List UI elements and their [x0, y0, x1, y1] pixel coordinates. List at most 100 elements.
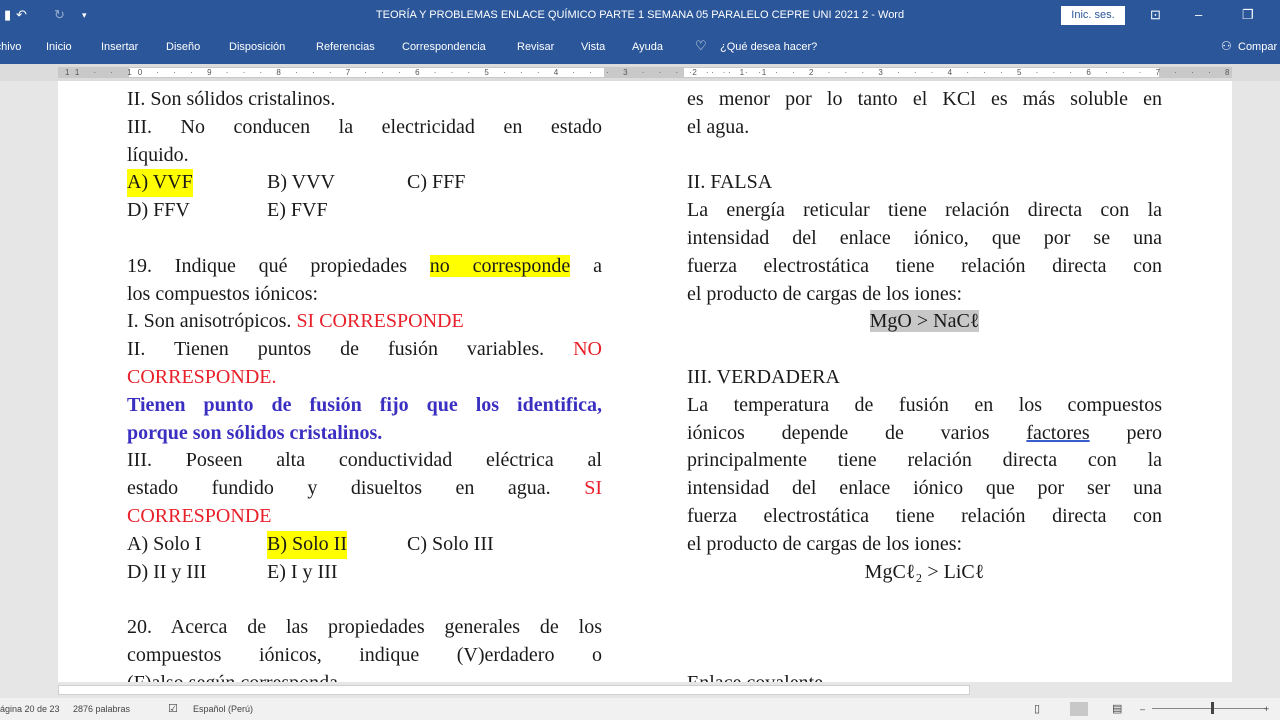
horizontal-scrollbar[interactable]	[0, 682, 1280, 698]
text-line: A) VVF B) VVV C) FFF	[127, 169, 602, 198]
text-line: líquido.	[127, 142, 602, 170]
document-page: II. Son sólidos cristalinos. III. No cond…	[58, 81, 1232, 682]
zoom-in-button[interactable]: +	[1264, 704, 1269, 714]
text-line: La temperatura de fusión en los compuest…	[687, 392, 1162, 420]
text-line: II. Son sólidos cristalinos.	[127, 86, 602, 114]
title-bar: ▮ ↶ ↻ ▾ TEORÍA Y PROBLEMAS ENLACE QUÍMIC…	[0, 0, 1280, 32]
answer-option: E) I y III	[267, 560, 338, 583]
sign-in-button[interactable]: Inic. ses.	[1061, 6, 1125, 25]
share-button[interactable]: Compar	[1238, 41, 1277, 53]
ribbon-display-options-icon[interactable]: ⊡	[1150, 7, 1161, 23]
answer-option: C) FFF	[407, 171, 466, 194]
zoom-slider[interactable]	[1152, 708, 1267, 709]
answer-option: A) Solo I	[127, 532, 202, 555]
tab-archivo[interactable]: rchivo	[0, 41, 21, 53]
document-view[interactable]: II. Son sólidos cristalinos. III. No cond…	[0, 81, 1280, 682]
web-layout-icon[interactable]: ▤	[1112, 702, 1122, 715]
text-line: principalmente tiene relación directa co…	[687, 447, 1162, 475]
text-run: Tienen punto de fusión fijo que los iden…	[127, 393, 602, 416]
print-layout-icon[interactable]	[1070, 702, 1088, 716]
ruler[interactable]: 11 · · 10 · · · 9 · · · 8 · · · 7 · · · …	[0, 64, 1280, 81]
tab-disposicion[interactable]: Disposición	[229, 41, 285, 53]
answer-option: B) Solo II	[267, 530, 347, 559]
answer-option: D) FFV	[127, 199, 190, 222]
text-run: intensidad del enlace iónico que por ser…	[687, 477, 1162, 500]
text-line: intensidad del enlace iónico, que por se…	[687, 225, 1162, 253]
tab-diseno[interactable]: Diseño	[166, 41, 200, 53]
tab-correspondencia[interactable]: Correspondencia	[402, 41, 486, 53]
tab-vista[interactable]: Vista	[581, 41, 605, 53]
lightbulb-icon: ♡	[695, 38, 707, 53]
text-line	[687, 642, 1162, 670]
text-run: SI CORRESPONDE	[296, 310, 464, 333]
tab-ayuda[interactable]: Ayuda	[632, 41, 663, 53]
text-run: III. No conducen la electricidad en esta…	[127, 115, 602, 138]
answer-option: C) Solo III	[407, 532, 494, 555]
text-line: 20. Acerca de las propiedades generales …	[127, 614, 602, 642]
text-line: D) II y III E) I y III	[127, 559, 602, 587]
text-run: SI	[584, 477, 602, 500]
text-run: II. Son sólidos cristalinos.	[127, 88, 336, 110]
zoom-slider-thumb[interactable]	[1211, 702, 1214, 714]
text-line: intensidad del enlace iónico que por ser…	[687, 475, 1162, 503]
zoom-out-button[interactable]: –	[1140, 704, 1145, 714]
text-run: CORRESPONDE.	[127, 365, 277, 388]
text-line: el producto de cargas de los iones:	[687, 281, 1162, 309]
text-run: La temperatura de fusión en los compuest…	[687, 393, 1162, 416]
tell-me-search[interactable]: ¿Qué desea hacer?	[720, 41, 817, 53]
answer-option: D) II y III	[127, 560, 207, 583]
maximize-button[interactable]: ❐	[1242, 7, 1254, 23]
language[interactable]: Español (Perú)	[193, 704, 253, 714]
word-count[interactable]: 2876 palabras	[73, 704, 130, 714]
text-line: III. Poseen alta conductividad eléctrica…	[127, 447, 602, 475]
tab-inicio[interactable]: Inicio	[46, 41, 72, 53]
text-run: NO	[573, 338, 602, 361]
text-run: MgO > NaCℓ	[869, 310, 980, 333]
left-column: II. Son sólidos cristalinos. III. No cond…	[127, 86, 602, 682]
text-line: fuerza electrostática tiene relación dir…	[687, 503, 1162, 531]
text-line: MgO > NaCℓ	[687, 308, 1162, 336]
text-line: Tienen punto de fusión fijo que los iden…	[127, 392, 602, 420]
proofing-icon[interactable]: ☑	[168, 702, 178, 715]
text-run: líquido.	[127, 143, 189, 166]
text-line: I. Son anisotrópicos. SI CORRESPONDE	[127, 308, 602, 336]
person-icon: ⚇	[1221, 39, 1232, 53]
text-line: el agua.	[687, 114, 1162, 142]
text-run: iónicos depende de varios	[687, 421, 1027, 444]
text-run: factores	[1026, 421, 1090, 444]
text-line: fuerza electrostática tiene relación dir…	[687, 253, 1162, 281]
text-run: principalmente tiene relación directa co…	[687, 449, 1162, 472]
text-run: fuerza electrostática tiene relación dir…	[687, 504, 1162, 527]
text-run: no corresponde	[429, 254, 571, 277]
text-run: estado fundido y disueltos en agua.	[127, 477, 585, 500]
text-line: La energía reticular tiene relación dire…	[687, 197, 1162, 225]
text-run: el agua.	[687, 115, 750, 138]
text-line: (F)also según corresponda	[127, 670, 602, 682]
text-line: porque son sólidos cristalinos.	[127, 420, 602, 448]
text-run: porque son sólidos cristalinos.	[127, 421, 383, 444]
minimize-button[interactable]: –	[1195, 7, 1202, 22]
text-line	[127, 225, 602, 253]
text-line	[127, 586, 602, 614]
tab-insertar[interactable]: Insertar	[101, 41, 138, 53]
ruler-left-scale: 11 · · 10 · · · 9 · · · 8 · · · 7 · · · …	[65, 68, 773, 77]
scrollbar-thumb[interactable]	[58, 685, 970, 695]
text-line: es menor por lo tanto el KCl es más solu…	[687, 86, 1162, 114]
answer-option: E) FVF	[267, 199, 328, 222]
tab-revisar[interactable]: Revisar	[517, 41, 554, 53]
text-run: fuerza electrostática tiene relación dir…	[687, 254, 1162, 277]
text-run: el producto de cargas de los iones:	[687, 532, 963, 555]
text-line: III. No conducen la electricidad en esta…	[127, 114, 602, 142]
text-line: Enlace covalente	[687, 670, 1162, 682]
answer-option: B) VVV	[267, 171, 335, 194]
page-count[interactable]: Página 20 de 23	[0, 704, 60, 714]
text-line: II. FALSA	[687, 169, 1162, 197]
text-run: 20. Acerca de las propiedades generales …	[127, 616, 602, 639]
text-run: III. Poseen alta conductividad eléctrica…	[127, 449, 602, 472]
text-line: iónicos depende de varios factores pero	[687, 420, 1162, 448]
read-mode-icon[interactable]: ▯	[1034, 702, 1040, 715]
ribbon-tabs: rchivo Inicio Insertar Diseño Disposició…	[0, 32, 1280, 64]
tab-referencias[interactable]: Referencias	[316, 41, 375, 53]
text-run: a	[570, 254, 602, 277]
text-run: intensidad del enlace iónico, que por se…	[687, 226, 1162, 249]
